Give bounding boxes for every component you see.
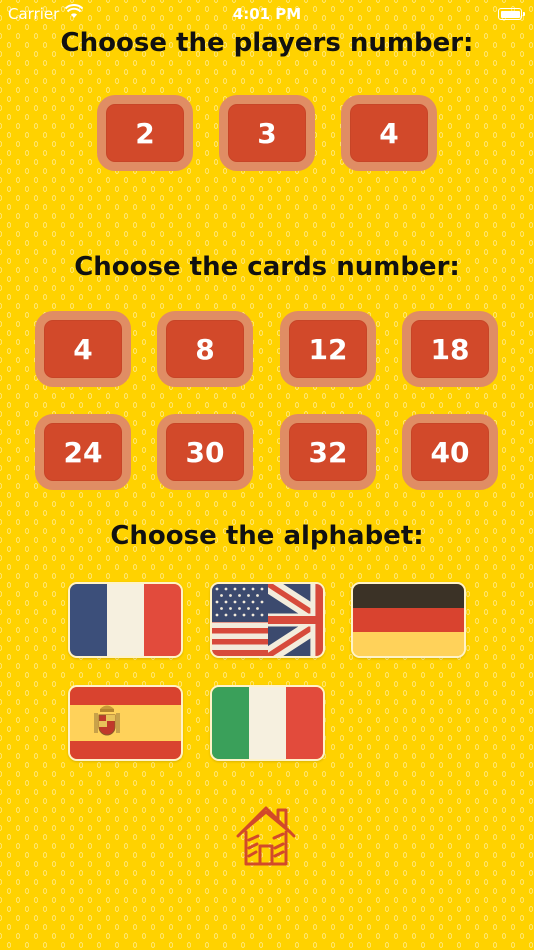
home-icon	[236, 806, 296, 866]
spain-flag-icon	[70, 687, 181, 759]
italy-flag-icon	[212, 687, 323, 759]
players-3-button[interactable]: 3	[219, 95, 315, 171]
players-heading: Choose the players number:	[60, 28, 474, 58]
cards-18-button[interactable]: 18	[402, 311, 498, 387]
cards-40-button[interactable]: 40	[402, 414, 498, 490]
cards-24-button[interactable]: 24	[35, 414, 131, 490]
home-button[interactable]	[234, 802, 298, 870]
france-flag-button[interactable]	[68, 582, 183, 658]
france-flag-icon	[70, 584, 181, 656]
status-time: 4:01 PM	[232, 5, 302, 23]
cards-12-button[interactable]: 12	[280, 311, 376, 387]
players-4-button[interactable]: 4	[341, 95, 437, 171]
italy-flag-button[interactable]	[210, 685, 325, 761]
status-bar: Carrier 4:01 PM	[0, 0, 534, 30]
germany-flag-button[interactable]	[351, 582, 466, 658]
usa-uk-flag-icon	[212, 584, 323, 656]
germany-flag-icon	[353, 584, 464, 656]
alphabet-heading: Choose the alphabet:	[110, 521, 424, 551]
cards-8-button[interactable]: 8	[157, 311, 253, 387]
cards-heading: Choose the cards number:	[74, 252, 460, 282]
cards-4-button[interactable]: 4	[35, 311, 131, 387]
players-2-button[interactable]: 2	[97, 95, 193, 171]
usa-uk-flag-button[interactable]	[210, 582, 325, 658]
spain-flag-button[interactable]	[68, 685, 183, 761]
cards-32-button[interactable]: 32	[280, 414, 376, 490]
cards-30-button[interactable]: 30	[157, 414, 253, 490]
battery-icon	[498, 8, 525, 20]
